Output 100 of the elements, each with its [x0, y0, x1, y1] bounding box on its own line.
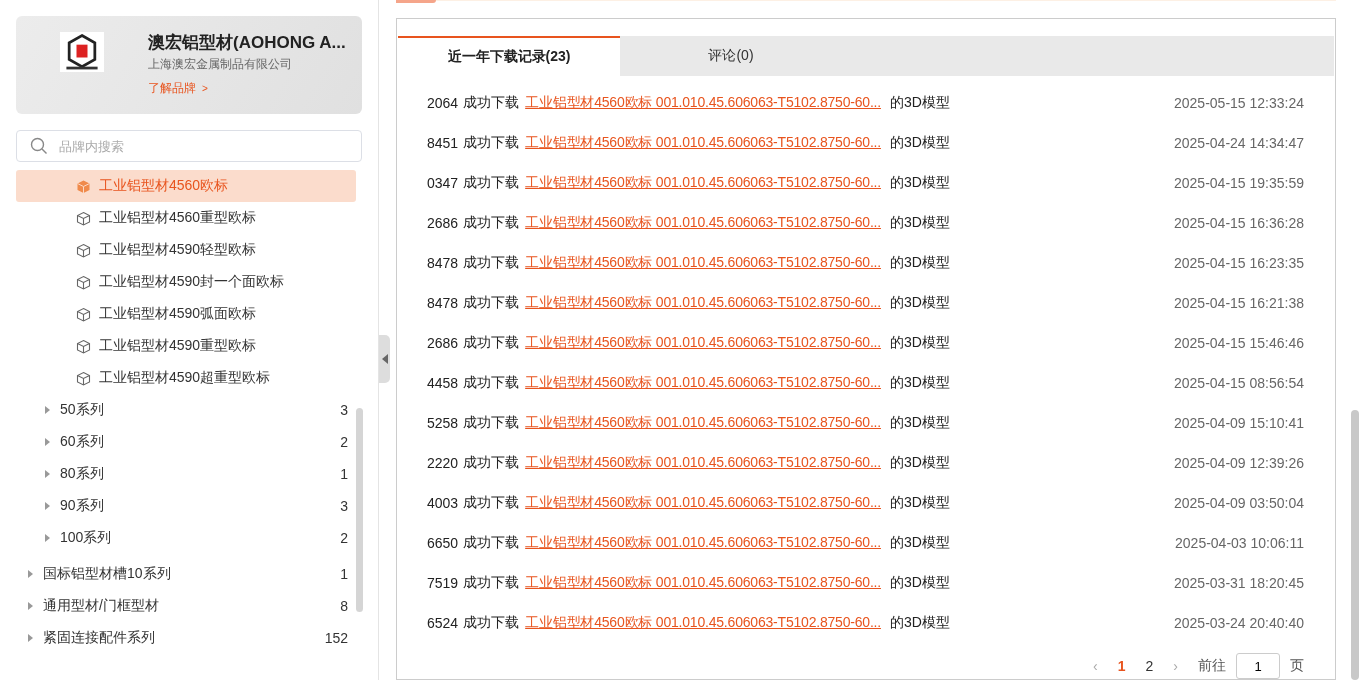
- collapse-handle[interactable]: [379, 335, 390, 383]
- model-link[interactable]: 工业铝型材4560欧标 001.010.45.606063-T5102.8750-60...: [525, 174, 881, 192]
- item-count: 3: [340, 498, 348, 514]
- model-link[interactable]: 工业铝型材4560欧标 001.010.45.606063-T5102.8750-60...: [525, 454, 881, 472]
- model-link[interactable]: 工业铝型材4560欧标 001.010.45.606063-T5102.8750-60...: [525, 414, 881, 432]
- timestamp: 2025-04-15 16:21:38: [1174, 295, 1304, 311]
- tree-label[interactable]: 90系列: [60, 497, 341, 515]
- tree-label: 工业铝型材4560重型欧标: [99, 209, 257, 227]
- timestamp: 2025-03-31 18:20:45: [1174, 575, 1304, 591]
- tree-item[interactable]: 工业铝型材4590超重型欧标: [16, 362, 356, 394]
- cube-icon: [76, 274, 91, 290]
- model-link[interactable]: 工业铝型材4560欧标 001.010.45.606063-T5102.8750-60...: [525, 334, 881, 352]
- tree-label: 工业铝型材4590封一个面欧标: [99, 273, 285, 291]
- item-count: 1: [340, 466, 348, 482]
- scrollbar[interactable]: [356, 408, 363, 612]
- tree-label[interactable]: 50系列: [60, 401, 341, 419]
- model-suffix: 的3D模型: [889, 414, 951, 432]
- tree-label: 工业铝型材4590轻型欧标: [99, 241, 257, 259]
- model-suffix: 的3D模型: [889, 614, 951, 632]
- tree-item[interactable]: 工业铝型材4560重型欧标: [16, 202, 356, 234]
- timestamp: 2025-04-15 16:36:28: [1174, 215, 1304, 231]
- action-text: 成功下载: [463, 374, 520, 392]
- prev-page-button[interactable]: ‹: [1093, 658, 1098, 674]
- goto-label: 前往: [1198, 657, 1226, 675]
- page-number[interactable]: 1: [1117, 658, 1126, 674]
- model-link[interactable]: 工业铝型材4560欧标 001.010.45.606063-T5102.8750-60...: [525, 574, 881, 592]
- model-link[interactable]: 工业铝型材4560欧标 001.010.45.606063-T5102.8750-60...: [525, 254, 881, 272]
- model-link[interactable]: 工业铝型材4560欧标 001.010.45.606063-T5102.8750-60...: [525, 294, 881, 312]
- user-id: 2686: [427, 335, 459, 351]
- action-text: 成功下载: [463, 414, 520, 432]
- model-suffix: 的3D模型: [889, 294, 951, 312]
- action-text: 成功下载: [463, 494, 520, 512]
- model-link[interactable]: 工业铝型材4560欧标 001.010.45.606063-T5102.8750-60...: [525, 614, 881, 632]
- search-field[interactable]: 品牌内搜索: [16, 130, 362, 162]
- search-icon: [30, 137, 48, 155]
- model-link[interactable]: 工业铝型材4560欧标 001.010.45.606063-T5102.8750-60...: [525, 494, 881, 512]
- model-suffix: 的3D模型: [889, 174, 951, 192]
- action-text: 成功下载: [463, 254, 520, 272]
- action-text: 成功下载: [463, 574, 520, 592]
- page-input[interactable]: 1: [1236, 653, 1280, 679]
- timestamp: 2025-03-24 20:40:40: [1174, 615, 1304, 631]
- tree-label[interactable]: 60系列: [60, 433, 341, 451]
- model-suffix: 的3D模型: [889, 334, 951, 352]
- item-count: 152: [324, 630, 348, 646]
- user-id: 8478: [427, 255, 459, 271]
- tree-item[interactable]: 工业铝型材4590重型欧标: [16, 330, 356, 362]
- tab[interactable]: 近一年下载记录(23): [398, 36, 620, 76]
- user-id: 6650: [427, 535, 459, 551]
- model-suffix: 的3D模型: [889, 254, 951, 272]
- model-link[interactable]: 工业铝型材4560欧标 001.010.45.606063-T5102.8750-60...: [525, 374, 881, 392]
- item-count: 2: [340, 530, 348, 546]
- tree-label[interactable]: 100系列: [60, 529, 341, 547]
- user-id: 0347: [427, 175, 459, 191]
- action-text: 成功下载: [463, 134, 520, 152]
- next-page-button[interactable]: ›: [1173, 658, 1178, 674]
- action-text: 成功下载: [463, 294, 520, 312]
- user-id: 8478: [427, 295, 459, 311]
- cube-icon: [76, 178, 91, 194]
- brand-link[interactable]: 了解品牌 >: [148, 80, 208, 97]
- model-suffix: 的3D模型: [889, 574, 951, 592]
- tree-label: 工业铝型材4590弧面欧标: [99, 305, 257, 323]
- tree-item[interactable]: 工业铝型材4590弧面欧标: [16, 298, 356, 330]
- action-text: 成功下载: [463, 174, 520, 192]
- cube-icon: [76, 338, 91, 354]
- brand-name: 澳宏铝型材(AOHONG A...: [148, 32, 346, 54]
- timestamp: 2025-04-09 12:39:26: [1174, 455, 1304, 471]
- scrollbar[interactable]: [1351, 410, 1359, 680]
- model-link[interactable]: 工业铝型材4560欧标 001.010.45.606063-T5102.8750-60...: [525, 94, 881, 112]
- tree-label[interactable]: 80系列: [60, 465, 341, 483]
- model-suffix: 的3D模型: [889, 94, 951, 112]
- model-suffix: 的3D模型: [889, 454, 951, 472]
- item-count: 2: [340, 434, 348, 450]
- model-link[interactable]: 工业铝型材4560欧标 001.010.45.606063-T5102.8750-60...: [525, 534, 881, 552]
- company-name: 上海澳宏金属制品有限公司: [148, 56, 292, 72]
- user-id: 7519: [427, 575, 459, 591]
- tree-item[interactable]: 工业铝型材4590封一个面欧标: [16, 266, 356, 298]
- tree-item[interactable]: 工业铝型材4560欧标: [16, 170, 356, 202]
- timestamp: 2025-04-15 16:23:35: [1174, 255, 1304, 271]
- tree-label[interactable]: 国标铝型材槽10系列: [43, 565, 341, 583]
- logo-icon: [60, 32, 104, 72]
- timestamp: 2025-05-15 12:33:24: [1174, 95, 1304, 111]
- timestamp: 2025-04-03 10:06:11: [1175, 535, 1304, 551]
- page-number[interactable]: 2: [1145, 658, 1154, 674]
- tree-label: 工业铝型材4590超重型欧标: [99, 369, 271, 387]
- tree-label: 工业铝型材4560欧标: [99, 177, 229, 195]
- timestamp: 2025-04-15 19:35:59: [1174, 175, 1304, 191]
- tree-item[interactable]: 工业铝型材4590轻型欧标: [16, 234, 356, 266]
- timestamp: 2025-04-15 08:56:54: [1174, 375, 1304, 391]
- banner-accent: [396, 0, 436, 3]
- model-link[interactable]: 工业铝型材4560欧标 001.010.45.606063-T5102.8750-60...: [525, 214, 881, 232]
- timestamp: 2025-04-09 03:50:04: [1174, 495, 1304, 511]
- user-id: 4003: [427, 495, 459, 511]
- action-text: 成功下载: [463, 534, 520, 552]
- tab[interactable]: 评论(0): [620, 36, 842, 76]
- item-count: 3: [340, 402, 348, 418]
- tree-label[interactable]: 通用型材/门框型材: [43, 597, 341, 615]
- timestamp: 2025-04-24 14:34:47: [1174, 135, 1304, 151]
- model-link[interactable]: 工业铝型材4560欧标 001.010.45.606063-T5102.8750-60...: [525, 134, 881, 152]
- user-id: 4458: [427, 375, 459, 391]
- tree-label[interactable]: 紧固连接配件系列: [43, 629, 325, 647]
